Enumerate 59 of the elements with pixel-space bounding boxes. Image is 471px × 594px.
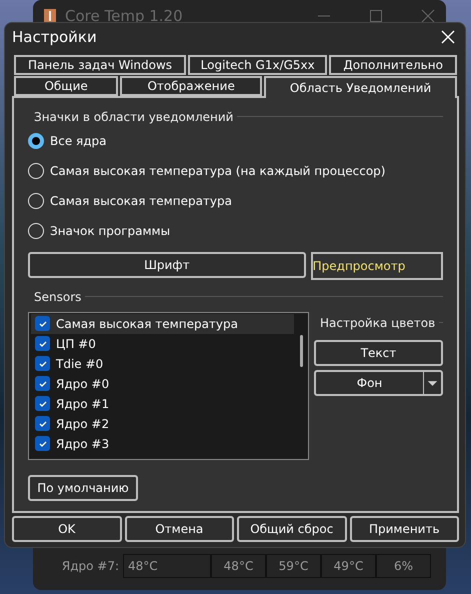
checkmark-icon [38, 338, 48, 349]
window-title: Core Temp 1.20 [65, 7, 184, 25]
core-label: Ядро #7: [60, 559, 120, 573]
tab[interactable]: Logitech G1x/G5xx [188, 54, 328, 75]
maximize-icon[interactable] [368, 8, 384, 24]
list-item[interactable]: Ядро #1 [31, 394, 294, 414]
radio-button[interactable] [28, 222, 44, 239]
table-cell: 49°C [321, 554, 376, 578]
radio-label: Самая высокая температура (на каждый процессор) [50, 164, 386, 178]
dialog-title: Настройки [12, 28, 97, 46]
radio-label: Самая высокая температура [50, 194, 232, 208]
dialog-button[interactable]: Общий сброс [237, 516, 346, 542]
list-item[interactable]: Tdie #0 [31, 354, 294, 374]
list-item[interactable]: Ядро #2 [31, 414, 294, 434]
checkbox[interactable] [35, 396, 50, 412]
table-cell: 59°C [266, 554, 321, 578]
dialog-button[interactable]: Отмена [124, 516, 234, 542]
list-item[interactable]: Ядро #3 [31, 434, 294, 454]
checkbox[interactable] [35, 436, 50, 452]
checkbox[interactable] [35, 356, 50, 372]
radio-button[interactable] [28, 162, 44, 179]
checkmark-icon [38, 358, 48, 369]
checkmark-icon [38, 398, 48, 409]
list-item[interactable]: ЦП #0 [31, 334, 294, 354]
list-item[interactable]: Ядро #0 [31, 374, 294, 394]
radio-button[interactable] [28, 192, 44, 209]
group-legend: Sensors [28, 290, 82, 304]
checkmark-icon [38, 318, 48, 329]
dialog-button[interactable]: Применить [350, 516, 459, 542]
radio-label: Значок программы [50, 224, 170, 238]
scrollbar-thumb[interactable] [300, 334, 303, 367]
tab[interactable]: Отображение [120, 76, 262, 96]
dialog-button[interactable]: OK [12, 516, 122, 542]
table-cell: 48°C [211, 554, 266, 578]
checkbox[interactable] [35, 336, 50, 352]
tab[interactable]: Общие [14, 76, 118, 96]
checkbox[interactable] [35, 316, 50, 332]
checkmark-icon [38, 418, 48, 429]
defaults-button[interactable]: По умолчанию [28, 475, 138, 501]
checkmark-icon [38, 438, 48, 449]
checkmark-icon [38, 378, 48, 389]
tab[interactable]: Дополнительно [329, 54, 457, 75]
font-button[interactable]: Шрифт [28, 252, 306, 278]
radio-label: Все ядра [50, 134, 107, 148]
thermometer-icon [43, 8, 57, 24]
text-color-button[interactable]: Текст [314, 340, 443, 366]
close-icon[interactable] [420, 8, 436, 24]
tab[interactable]: Область Уведомлений [264, 76, 457, 98]
preview-text: Предпросмотр [310, 252, 443, 280]
checkbox[interactable] [35, 416, 50, 432]
group-legend: Значки в области уведомлений [28, 110, 234, 124]
tab[interactable]: Панель задач Windows [14, 54, 186, 75]
checkbox[interactable] [35, 376, 50, 392]
table-cell: 6% [376, 554, 431, 578]
group-legend: Настройка цветов [314, 316, 436, 330]
list-item[interactable]: Самая высокая температура [31, 314, 294, 334]
radio-button[interactable] [28, 132, 44, 149]
background-color-button[interactable]: Фон [314, 370, 443, 396]
table-cell: 48°C [123, 554, 211, 578]
